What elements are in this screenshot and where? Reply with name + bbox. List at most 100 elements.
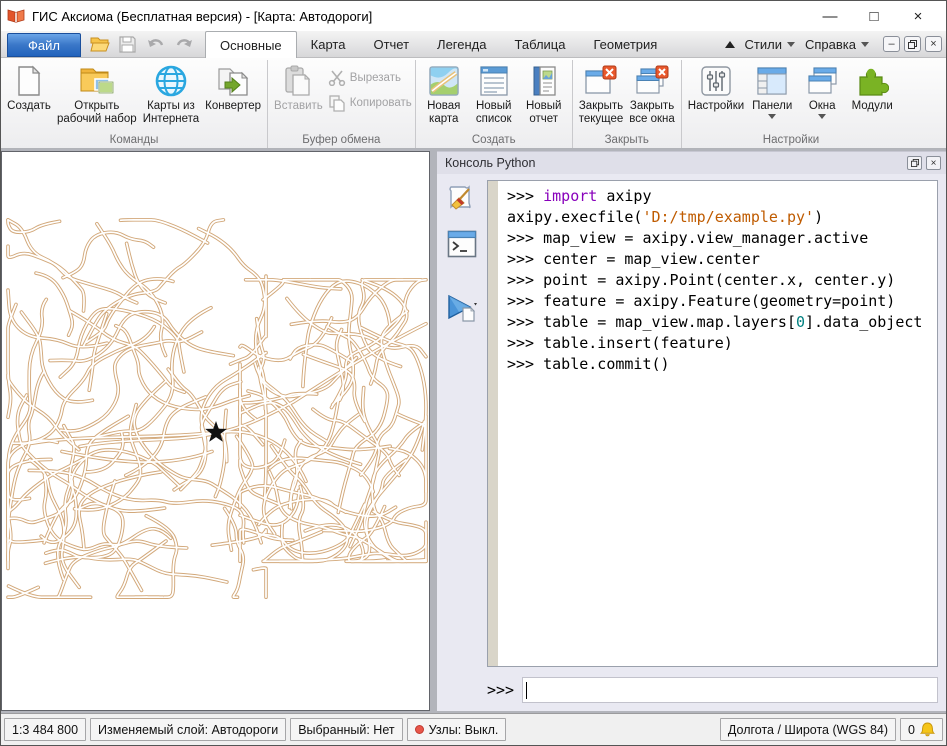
group-label: Команды xyxy=(4,133,264,148)
scissors-icon xyxy=(328,69,346,87)
nodes-indicator[interactable]: Узлы: Выкл. xyxy=(407,718,507,741)
selection-indicator[interactable]: Выбранный: Нет xyxy=(290,718,402,741)
run-file-icon xyxy=(446,293,478,323)
open-folder-icon[interactable] xyxy=(89,33,111,55)
new-list-icon xyxy=(476,64,512,98)
open-workspace-icon xyxy=(79,64,115,98)
text-caret xyxy=(526,682,527,699)
help-menu[interactable]: Справка xyxy=(805,37,869,52)
create-button[interactable]: Создать xyxy=(4,61,54,113)
app-window: ГИС Аксиома (Бесплатная версия) - [Карта… xyxy=(0,0,947,746)
chevron-down-icon xyxy=(768,114,776,119)
bell-icon xyxy=(920,722,935,738)
cascade-windows-icon xyxy=(804,64,840,98)
cut-button: Вырезать xyxy=(328,69,412,87)
notification-area[interactable]: 0 xyxy=(900,718,943,741)
close-all-button[interactable]: Закрыть все окна xyxy=(626,61,678,126)
group-label: Закрыть xyxy=(576,133,678,148)
close-window-icon xyxy=(583,64,619,98)
mdi-restore-button[interactable] xyxy=(904,36,921,52)
panels-icon xyxy=(754,64,790,98)
close-button[interactable]: × xyxy=(896,3,940,29)
modules-button[interactable]: Модули xyxy=(847,61,897,122)
close-current-button[interactable]: Закрыть текущее xyxy=(576,61,627,126)
console-output-box: >>> import axipyaxipy.execfile('D:/tmp/e… xyxy=(487,180,938,667)
quick-access-toolbar xyxy=(89,33,195,55)
converter-icon xyxy=(215,64,251,98)
collapse-ribbon-icon[interactable] xyxy=(725,41,735,48)
undo-icon[interactable] xyxy=(145,33,167,55)
puzzle-icon xyxy=(854,64,890,98)
chevron-down-icon xyxy=(818,114,826,119)
settings-button[interactable]: Настройки xyxy=(685,61,747,122)
maps-from-internet-button[interactable]: Карты из Интернета xyxy=(140,61,202,126)
console-output-margin xyxy=(488,181,498,666)
panel-float-button[interactable] xyxy=(907,156,922,170)
clear-console-button[interactable] xyxy=(446,182,478,214)
terminal-icon xyxy=(447,230,477,258)
ribbon-group-komandy: Создать Открыть рабочий набор xyxy=(1,60,268,148)
ribbon-group-zakryt: Закрыть текущее Закрыть все окна xyxy=(573,60,682,148)
console-terminal-button[interactable] xyxy=(446,228,478,260)
map-view[interactable] xyxy=(1,151,430,711)
tab-osnovnye[interactable]: Основные xyxy=(205,31,297,58)
main-area: Консоль Python × xyxy=(1,149,946,713)
run-file-button[interactable] xyxy=(446,292,478,324)
tab-otchet[interactable]: Отчет xyxy=(359,31,423,57)
console-output[interactable]: >>> import axipyaxipy.execfile('D:/tmp/e… xyxy=(498,181,937,666)
open-workspace-button[interactable]: Открыть рабочий набор xyxy=(54,61,140,126)
nodes-status-icon xyxy=(415,725,424,734)
clear-console-icon xyxy=(447,183,477,213)
new-report-button[interactable]: Новый отчет xyxy=(519,61,569,126)
file-menu-button[interactable]: Файл xyxy=(7,33,81,57)
tab-tablica[interactable]: Таблица xyxy=(501,31,580,57)
redo-icon[interactable] xyxy=(173,33,195,55)
panel-title: Консоль Python xyxy=(445,156,535,170)
new-report-icon xyxy=(526,64,562,98)
globe-icon xyxy=(153,64,189,98)
paste-icon xyxy=(280,64,316,98)
editable-layer-indicator[interactable]: Изменяемый слой: Автодороги xyxy=(90,718,286,741)
converter-button[interactable]: Конвертер xyxy=(202,61,264,113)
scale-indicator[interactable]: 1:3 484 800 xyxy=(4,718,86,741)
chevron-down-icon xyxy=(861,42,869,47)
mdi-close-button[interactable]: × xyxy=(925,36,942,52)
panels-button[interactable]: Панели xyxy=(747,61,797,122)
title-bar: ГИС Аксиома (Бесплатная версия) - [Карта… xyxy=(1,1,946,31)
ribbon-tab-bar: Файл xyxy=(1,31,946,58)
copy-button: Копировать xyxy=(328,94,412,112)
sliders-icon xyxy=(698,64,734,98)
status-bar: 1:3 484 800 Изменяемый слой: Автодороги … xyxy=(1,713,946,745)
group-label: Создать xyxy=(419,133,569,148)
notification-count: 0 xyxy=(908,723,915,737)
new-document-icon xyxy=(11,64,47,98)
new-list-button[interactable]: Новый список xyxy=(469,61,519,126)
console-prompt: >>> xyxy=(487,681,514,699)
tab-geometriya[interactable]: Геометрия xyxy=(579,31,671,57)
new-map-button[interactable]: Новая карта xyxy=(419,61,469,126)
mdi-minimize-button[interactable]: – xyxy=(883,36,900,52)
ribbon-group-nastroyki: Настройки Панели xyxy=(682,60,900,148)
save-icon[interactable] xyxy=(117,33,139,55)
ribbon-toolbar: Создать Открыть рабочий набор xyxy=(1,58,946,149)
console-toolbar xyxy=(437,180,487,667)
paste-button: Вставить xyxy=(271,61,326,113)
minimize-button[interactable]: — xyxy=(808,3,852,29)
windows-button[interactable]: Окна xyxy=(797,61,847,122)
console-input[interactable] xyxy=(522,677,938,703)
new-map-icon xyxy=(426,64,462,98)
maximize-button[interactable]: □ xyxy=(852,3,896,29)
ribbon-group-bufer: Вставить Вырезать xyxy=(268,60,416,148)
console-input-row: >>> xyxy=(437,671,946,711)
tab-legenda[interactable]: Легенда xyxy=(423,31,500,57)
python-console-panel: Консоль Python × xyxy=(437,151,946,711)
panel-close-button[interactable]: × xyxy=(926,156,941,170)
chevron-down-icon xyxy=(787,42,795,47)
ribbon-group-sozdat: Новая карта Новый с xyxy=(416,60,573,148)
python-console-header: Консоль Python × xyxy=(437,152,946,174)
projection-selector[interactable]: Долгота / Широта (WGS 84) xyxy=(720,718,896,741)
app-logo-icon xyxy=(7,8,25,24)
tab-karta[interactable]: Карта xyxy=(297,31,360,57)
window-title: ГИС Аксиома (Бесплатная версия) - [Карта… xyxy=(32,9,372,24)
styles-menu[interactable]: Стили xyxy=(745,37,795,52)
